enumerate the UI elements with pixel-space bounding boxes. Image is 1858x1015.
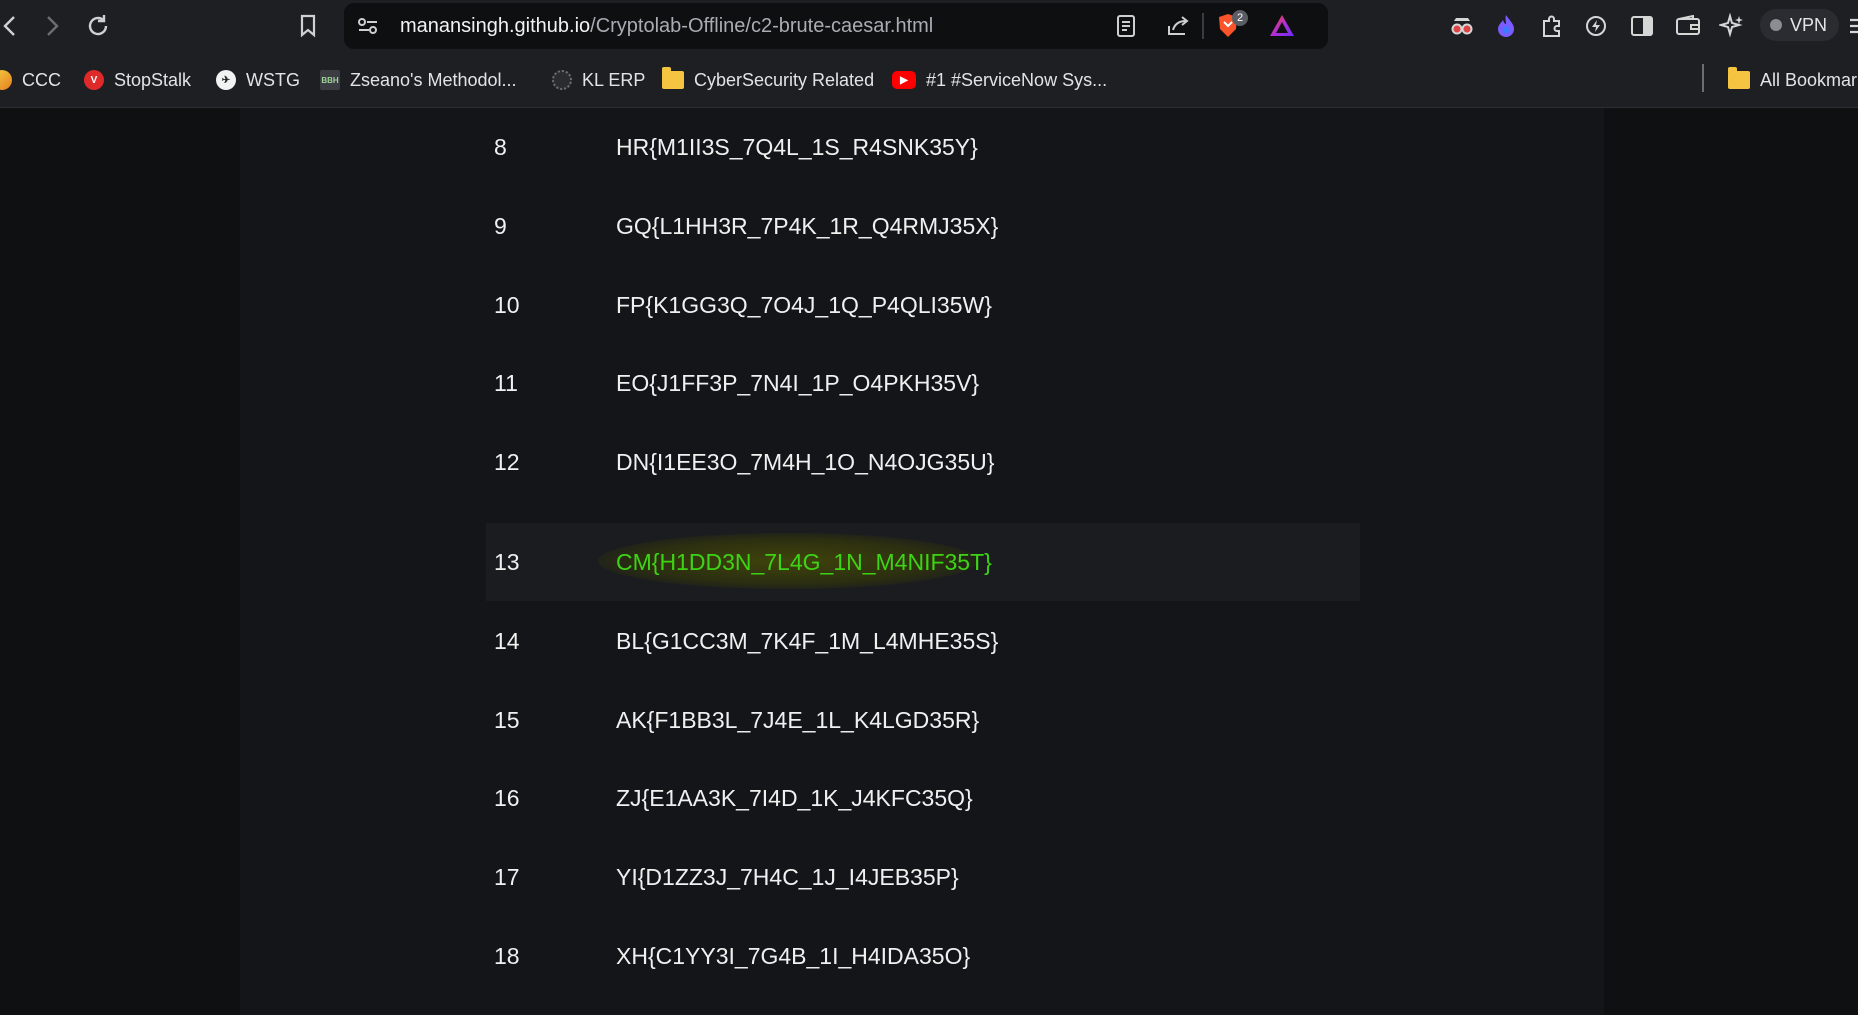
folder-icon — [1728, 67, 1750, 89]
wallet-icon[interactable] — [1674, 12, 1702, 40]
bookmark-label: CCC — [22, 69, 61, 90]
folder-icon — [662, 67, 684, 89]
result-row: 15 AK{F1BB3L_7J4E_1L_K4LGD35R} — [486, 681, 1360, 759]
reader-mode-icon[interactable] — [1112, 12, 1140, 40]
site-settings-icon[interactable] — [356, 14, 380, 38]
bookmark-servicenow[interactable]: ▶ #1 #ServiceNow Sys... — [892, 66, 1107, 94]
reload-icon — [88, 15, 108, 36]
result-row: 16 ZJ{E1AA3K_7I4D_1K_J4KFC35Q} — [486, 759, 1360, 837]
decrypted-text: DN{I1EE3O_7M4H_1O_N4OJG35U} — [616, 449, 995, 475]
back-arrow-icon — [3, 16, 15, 36]
leo-ai-icon[interactable] — [1582, 12, 1610, 40]
bookmark-stopstalk[interactable]: V StopStalk — [84, 66, 191, 94]
decrypted-text: YI{D1ZZ3J_7H4C_1J_I4JEB35P} — [616, 864, 959, 890]
shift-key: 18 — [494, 943, 520, 969]
bookmark-folder-all[interactable]: All Bookmar — [1728, 66, 1857, 94]
address-bar[interactable]: manansingh.github.io/Cryptolab-Offline/c… — [344, 3, 1328, 49]
kl-erp-favicon-icon — [552, 70, 572, 90]
page-viewport: 8 HR{M1II3S_7Q4L_1S_R4SNK35Y} 9 GQ{L1HH3… — [0, 108, 1858, 1015]
decrypted-text-highlighted: CM{H1DD3N_7L4G_1N_M4NIF35T} — [616, 549, 992, 575]
share-icon[interactable] — [1164, 12, 1192, 40]
shift-key: 13 — [494, 549, 520, 575]
forward-arrow-icon — [47, 16, 59, 36]
vpn-status-dot-icon — [1770, 19, 1782, 31]
result-row: 14 BL{G1CC3M_7K4F_1M_L4MHE35S} — [486, 602, 1360, 680]
result-row: 10 FP{K1GG3Q_7O4J_1Q_P4QLI35W} — [486, 266, 1360, 344]
bookmark-page-button[interactable] — [292, 10, 324, 42]
bookmark-wstg[interactable]: ✈ WSTG — [216, 66, 300, 94]
shift-key: 15 — [494, 707, 520, 733]
bookmark-label: StopStalk — [114, 69, 192, 90]
bookmark-ccc[interactable]: CCC — [0, 66, 61, 94]
decrypted-text: XH{C1YY3I_7G4B_1I_H4IDA35O} — [616, 943, 971, 969]
url-text[interactable]: manansingh.github.io/Cryptolab-Offline/c… — [400, 15, 933, 38]
decrypted-text: FP{K1GG3Q_7O4J_1Q_P4QLI35W} — [616, 292, 992, 318]
reload-button[interactable] — [82, 10, 114, 42]
back-button[interactable] — [0, 10, 26, 42]
url-path: /Cryptolab-Offline/c2-brute-caesar.html — [590, 15, 934, 37]
decrypted-text: BL{G1CC3M_7K4F_1M_L4MHE35S} — [616, 628, 999, 654]
vpn-label: VPN — [1790, 14, 1828, 35]
url-host: manansingh.github.io — [400, 15, 591, 37]
shift-key: 9 — [494, 213, 507, 239]
ccc-favicon-icon — [0, 70, 12, 90]
bookmark-label: All Bookmar — [1760, 69, 1858, 90]
brave-shields-icon[interactable]: 2 — [1214, 10, 1248, 40]
decrypted-text: AK{F1BB3L_7J4E_1L_K4LGD35R} — [616, 707, 980, 733]
forward-button[interactable] — [36, 10, 68, 42]
bookmark-label: WSTG — [246, 69, 300, 90]
result-row: 12 DN{I1EE3O_7M4H_1O_N4OJG35U} — [486, 423, 1360, 501]
extension-flame-icon[interactable] — [1492, 12, 1520, 40]
bookmarks-divider — [1702, 64, 1704, 92]
vpn-button[interactable]: VPN — [1760, 9, 1840, 41]
bookmark-zseano[interactable]: BBH Zseano's Methodol... — [320, 66, 517, 94]
shift-key: 8 — [494, 134, 507, 160]
shift-key: 16 — [494, 785, 520, 811]
result-row: 9 GQ{L1HH3R_7P4K_1R_Q4RMJ35X} — [486, 187, 1360, 265]
extension-spy-icon[interactable] — [1448, 12, 1476, 40]
decrypted-text: EO{J1FF3P_7N4I_1P_O4PKH35V} — [616, 370, 980, 396]
bookmark-kl-erp[interactable]: KL ERP — [552, 66, 645, 94]
bookmarks-bar: CCC V StopStalk ✈ WSTG BBH Zseano's Meth… — [0, 52, 1858, 108]
bookmark-icon — [300, 14, 316, 38]
result-row: 8 HR{M1II3S_7Q4L_1S_R4SNK35Y} — [486, 108, 1360, 186]
shift-key: 10 — [494, 292, 520, 318]
bookmark-label: KL ERP — [582, 69, 646, 90]
bookmark-label: Zseano's Methodol... — [350, 69, 517, 90]
bookmark-label: #1 #ServiceNow Sys... — [926, 69, 1108, 90]
result-row: 11 EO{J1FF3P_7N4I_1P_O4PKH35V} — [486, 344, 1360, 422]
result-row: 18 XH{C1YY3I_7G4B_1I_H4IDA35O} — [486, 917, 1360, 995]
bookmark-folder-cybersecurity[interactable]: CyberSecurity Related — [662, 66, 874, 94]
decrypted-text: ZJ{E1AA3K_7I4D_1K_J4KFC35Q} — [616, 785, 973, 811]
shift-key: 11 — [494, 370, 518, 396]
extensions-puzzle-icon[interactable] — [1538, 12, 1566, 40]
wstg-favicon-icon: ✈ — [216, 70, 236, 90]
result-row: 17 YI{D1ZZ3J_7H4C_1J_I4JEB35P} — [486, 838, 1360, 916]
result-row-highlighted: 13 CM{H1DD3N_7L4G_1N_M4NIF35T} — [486, 523, 1360, 601]
decrypted-text: GQ{L1HH3R_7P4K_1R_Q4RMJ35X} — [616, 213, 999, 239]
menu-icon[interactable] — [1842, 12, 1858, 40]
zseano-favicon-icon: BBH — [320, 70, 340, 90]
brave-rewards-icon[interactable] — [1268, 12, 1296, 40]
sidebar-toggle-icon[interactable] — [1628, 12, 1656, 40]
shift-key: 12 — [494, 449, 520, 475]
shift-key: 17 — [494, 864, 520, 890]
browser-toolbar: manansingh.github.io/Cryptolab-Offline/c… — [0, 0, 1858, 52]
shields-count-badge: 2 — [1232, 10, 1248, 26]
decrypted-text: HR{M1II3S_7Q4L_1S_R4SNK35Y} — [616, 134, 978, 160]
bookmark-label: CyberSecurity Related — [694, 69, 875, 90]
sparkle-ai-icon[interactable] — [1718, 12, 1746, 40]
shift-key: 14 — [494, 628, 520, 654]
address-bar-divider — [1202, 13, 1204, 39]
youtube-favicon-icon: ▶ — [892, 71, 916, 89]
stopstalk-favicon-icon: V — [84, 70, 104, 90]
